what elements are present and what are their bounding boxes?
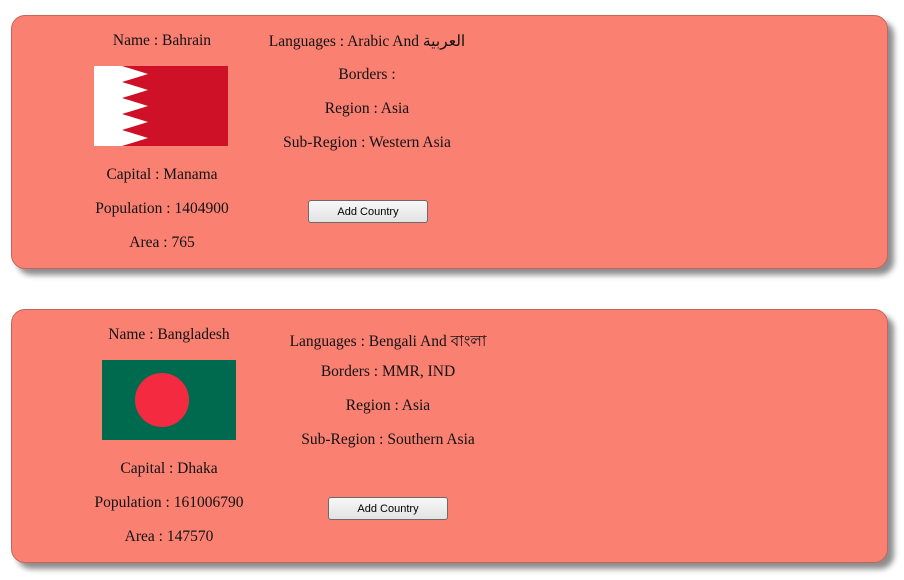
country-region: Region : Asia xyxy=(345,397,431,414)
country-subregion: Sub-Region : Southern Asia xyxy=(301,431,475,448)
country-languages: Languages : Arabic And العربية xyxy=(268,33,466,50)
country-borders: Borders : xyxy=(338,66,396,83)
country-languages: Languages : Bengali And বাংলা xyxy=(289,333,487,350)
country-capital: Capital : Dhaka xyxy=(120,460,218,477)
bangladesh-flag-icon xyxy=(102,360,236,440)
country-borders: Borders : MMR, IND xyxy=(320,363,456,380)
bahrain-flag-icon xyxy=(94,66,228,146)
country-area: Area : 147570 xyxy=(124,528,214,545)
country-population: Population : 161006790 xyxy=(94,494,244,511)
country-card-bahrain: Name : Bahrain Capital : Manama Populati… xyxy=(11,15,888,269)
country-region: Region : Asia xyxy=(324,100,410,117)
country-population: Population : 1404900 xyxy=(95,200,229,217)
country-capital: Capital : Manama xyxy=(106,166,218,183)
country-subregion: Sub-Region : Western Asia xyxy=(283,134,451,151)
country-area: Area : 765 xyxy=(129,234,195,251)
country-name: Name : Bangladesh xyxy=(108,326,230,343)
country-card-bangladesh: Name : Bangladesh Capital : Dhaka Popula… xyxy=(11,309,888,563)
country-name: Name : Bahrain xyxy=(112,32,212,49)
add-country-button[interactable]: Add Country xyxy=(308,200,428,223)
add-country-button[interactable]: Add Country xyxy=(328,497,448,520)
